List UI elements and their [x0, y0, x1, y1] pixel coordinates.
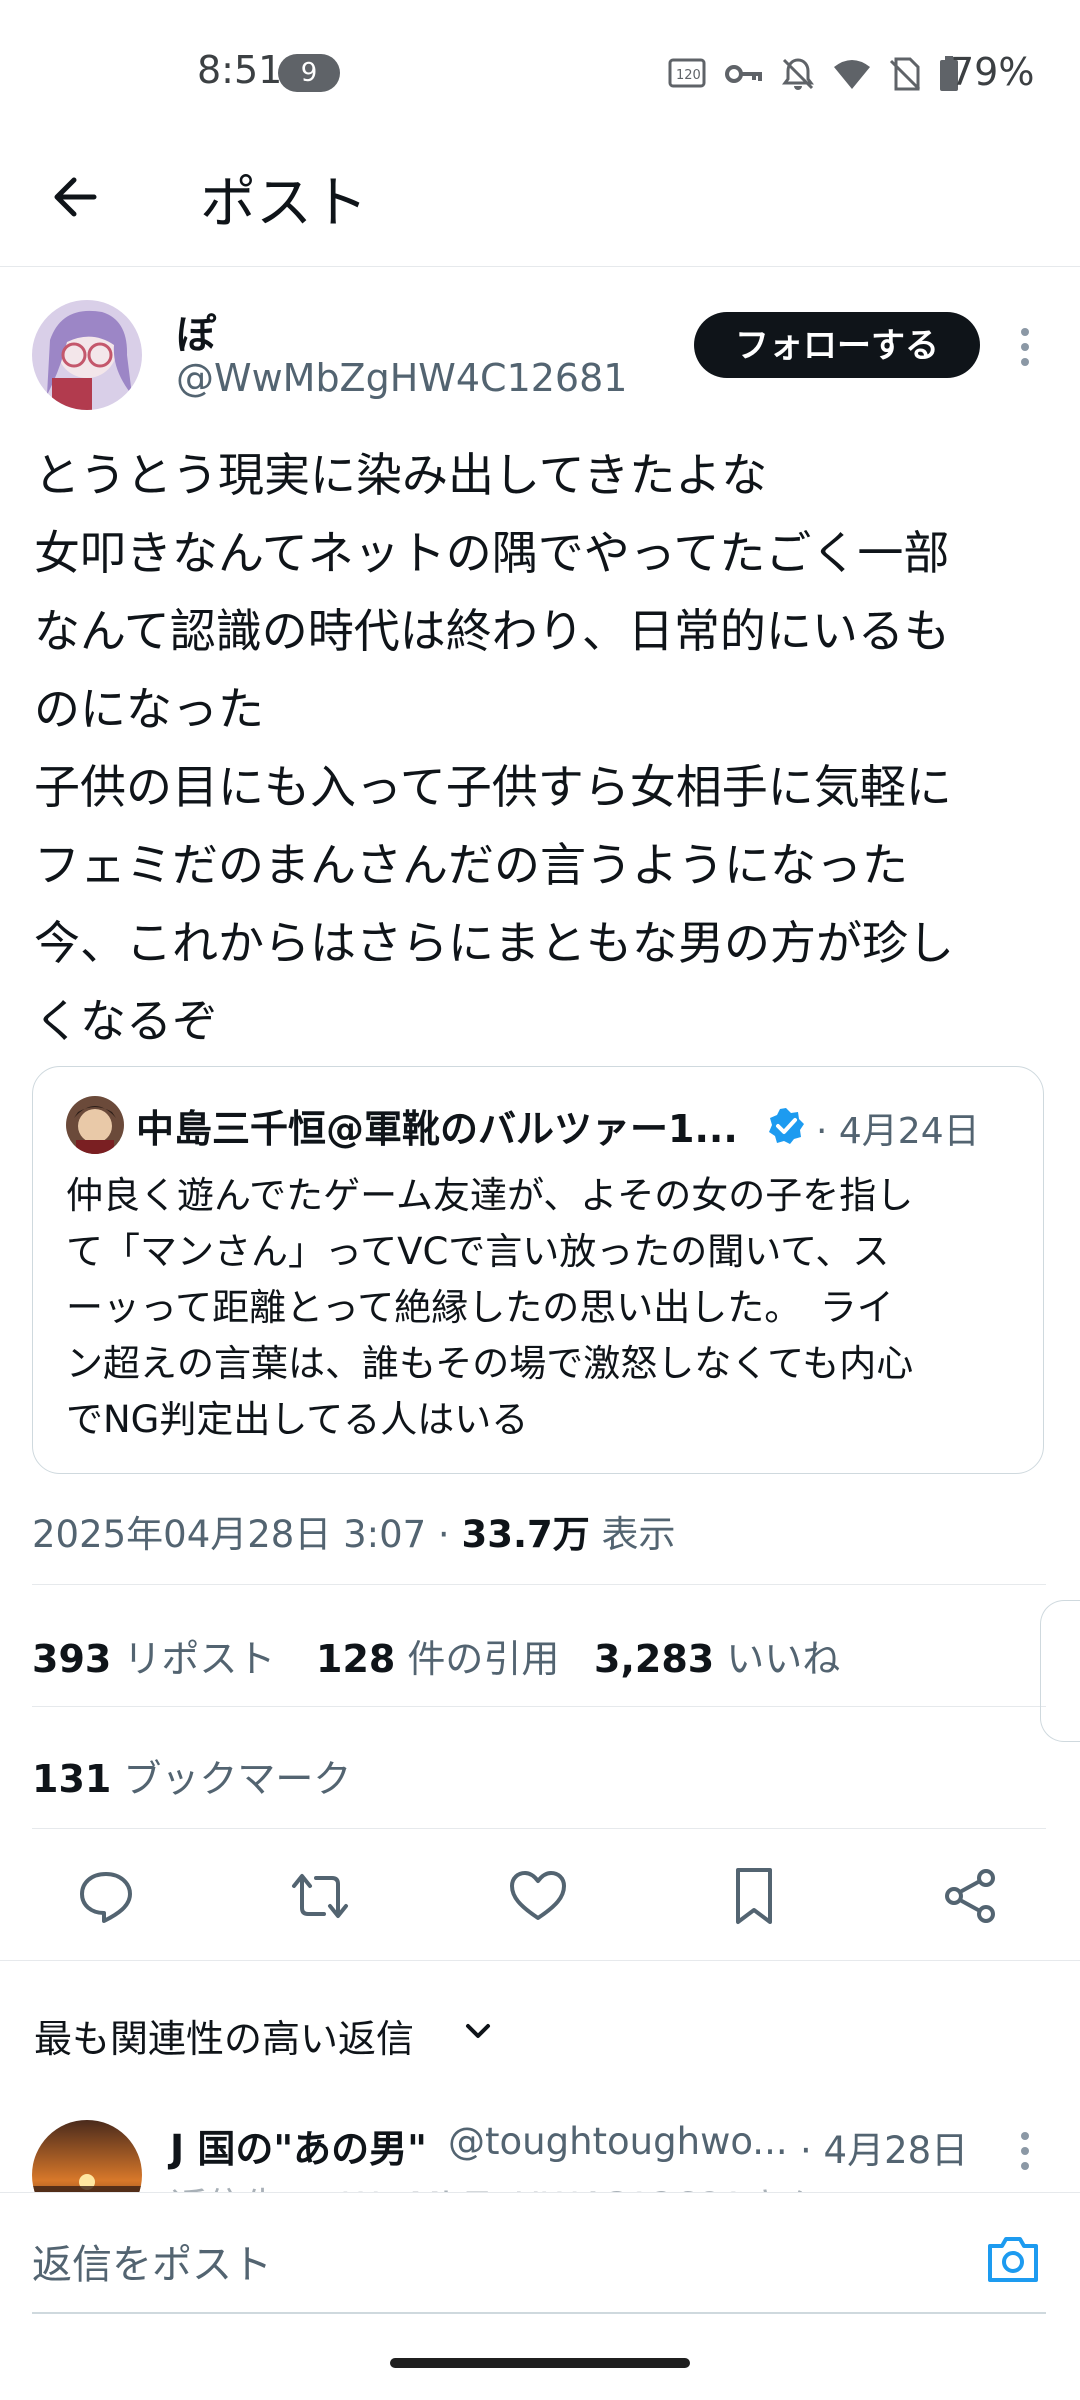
quoted-author-avatar: [66, 1096, 124, 1154]
more-options-button[interactable]: [1010, 322, 1040, 372]
no-sim-icon: [889, 57, 921, 91]
repost-button[interactable]: [288, 1864, 352, 1928]
top-app-bar: [0, 140, 1080, 267]
quotes-label: 件の引用: [407, 1637, 560, 1681]
svg-text:120: 120: [676, 68, 701, 83]
post-line: とうとう現実に染み出してきたよな: [34, 448, 768, 502]
author-display-name[interactable]: ぽ: [176, 302, 216, 360]
vpn-key-icon: [725, 65, 762, 83]
reply-more-button[interactable]: [1010, 2126, 1040, 2176]
refresh-rate-icon: 120: [668, 58, 706, 88]
notification-count-badge: 9: [278, 54, 340, 92]
views-label: 表示: [589, 1513, 676, 1556]
post-line: 今、これからはさらにまともな男の方が珍し: [34, 916, 954, 970]
reply-date: · 4月28日: [800, 2129, 969, 2172]
quoted-avatar-image: [66, 1096, 124, 1154]
heart-icon: [510, 1871, 566, 1920]
quote-line: ーッって距離とって絶縁したの思い出した。 ライ: [66, 1286, 894, 1329]
post-line: 女叩きなんてネットの隅でやってたごく一部: [34, 526, 950, 580]
share-button[interactable]: [938, 1864, 1002, 1928]
likes-label: いいね: [726, 1637, 841, 1681]
divider: [32, 1706, 1046, 1707]
quoted-post-date: · 4月24日: [816, 1111, 980, 1152]
reply-icon: [80, 1872, 132, 1923]
quote-line: て「マンさん」ってVCで言い放ったの聞いて、ス: [66, 1230, 890, 1273]
quoted-post-text: 仲良く遊んでたゲーム友達が、よその女の子を指し て「マンさん」ってVCで言い放っ…: [66, 1168, 1026, 1448]
bookmarks-stat[interactable]: 131 ブックマーク: [32, 1748, 351, 1803]
post-line: なんて認識の時代は終わり、日常的にいるも: [34, 604, 950, 658]
reposts-stat[interactable]: 393 リポスト: [32, 1628, 275, 1683]
bookmark-button[interactable]: [722, 1864, 786, 1928]
reposts-label: リポスト: [123, 1637, 276, 1681]
status-icons: 120: [668, 52, 960, 96]
more-vertical-icon: [1021, 328, 1029, 366]
quotes-stat[interactable]: 128 件の引用: [316, 1628, 559, 1683]
reply-button[interactable]: [74, 1864, 138, 1928]
author-handle[interactable]: @WwMbZgHW4C12681: [176, 356, 627, 400]
quotes-count: 128: [316, 1637, 396, 1681]
status-bar: 8:51 9 120 79%: [0, 0, 1080, 140]
post-timestamp: 2025年04月28日 3:07 · 33.7万 表示: [32, 1504, 676, 1558]
back-button[interactable]: [44, 162, 114, 232]
chevron-down-icon[interactable]: [458, 2012, 498, 2052]
wifi-icon: [834, 60, 870, 89]
arrow-left-icon: [54, 177, 97, 217]
post-line: のになった: [34, 682, 264, 736]
divider: [0, 1960, 1080, 1961]
reply-author-handle[interactable]: @toughtoughwo...: [448, 2120, 788, 2163]
page-title: ポスト: [200, 171, 368, 236]
quote-line: ン超えの言葉は、誰もその場で激怒しなくても内心: [66, 1342, 914, 1385]
likes-stat[interactable]: 3,283 いいね: [594, 1628, 840, 1683]
composer-underline: [32, 2312, 1046, 2314]
gesture-home-bar[interactable]: [390, 2358, 690, 2368]
divider: [32, 1828, 1046, 1829]
bell-off-icon: [782, 58, 814, 90]
repost-icon: [292, 1874, 348, 1918]
post-line: くなるぞ: [34, 994, 218, 1048]
post-text: とうとう現実に染み出してきたよな 女叩きなんてネットの隅でやってたごく一部 なん…: [34, 436, 1044, 1060]
like-button[interactable]: [506, 1864, 570, 1928]
post-line: フェミだのまんさんだの言うようになった: [34, 838, 908, 892]
edge-panel-handle[interactable]: [1040, 1600, 1080, 1742]
quoted-author-name: 中島三千恒@軍靴のバルツァー1...: [136, 1107, 738, 1151]
reply-author-name[interactable]: J 国の"あの男": [170, 2118, 427, 2173]
more-vertical-icon: [1021, 2132, 1029, 2170]
likes-count: 3,283: [594, 1637, 715, 1681]
quote-line: 仲良く遊んでたゲーム友達が、よその女の子を指し: [66, 1174, 914, 1217]
camera-button[interactable]: [984, 2230, 1042, 2288]
status-time: 8:51: [197, 48, 283, 92]
avatar-image: [32, 300, 142, 410]
reposts-count: 393: [32, 1637, 112, 1681]
timestamp-text: 2025年04月28日 3:07 ·: [32, 1513, 462, 1556]
reply-input[interactable]: 返信をポスト: [32, 2232, 272, 2290]
camera-icon: [988, 2237, 1038, 2282]
divider: [32, 1584, 1046, 1585]
post-line: 子供の目にも入って子供すら女相手に気軽に: [34, 760, 952, 814]
share-icon: [945, 1869, 995, 1923]
bookmark-icon: [736, 1868, 772, 1924]
follow-button[interactable]: フォローする: [694, 312, 980, 378]
bookmarks-count: 131: [32, 1757, 112, 1801]
verified-badge-icon: [766, 1106, 806, 1146]
author-avatar[interactable]: [32, 300, 142, 410]
reply-sort-dropdown[interactable]: 最も関連性の高い返信: [34, 2008, 414, 2063]
quote-line: でNG判定出してる人はいる: [66, 1398, 529, 1441]
battery-percent: 79%: [950, 50, 1035, 94]
bookmarks-label: ブックマーク: [123, 1757, 352, 1801]
views-count: 33.7万: [461, 1513, 590, 1556]
